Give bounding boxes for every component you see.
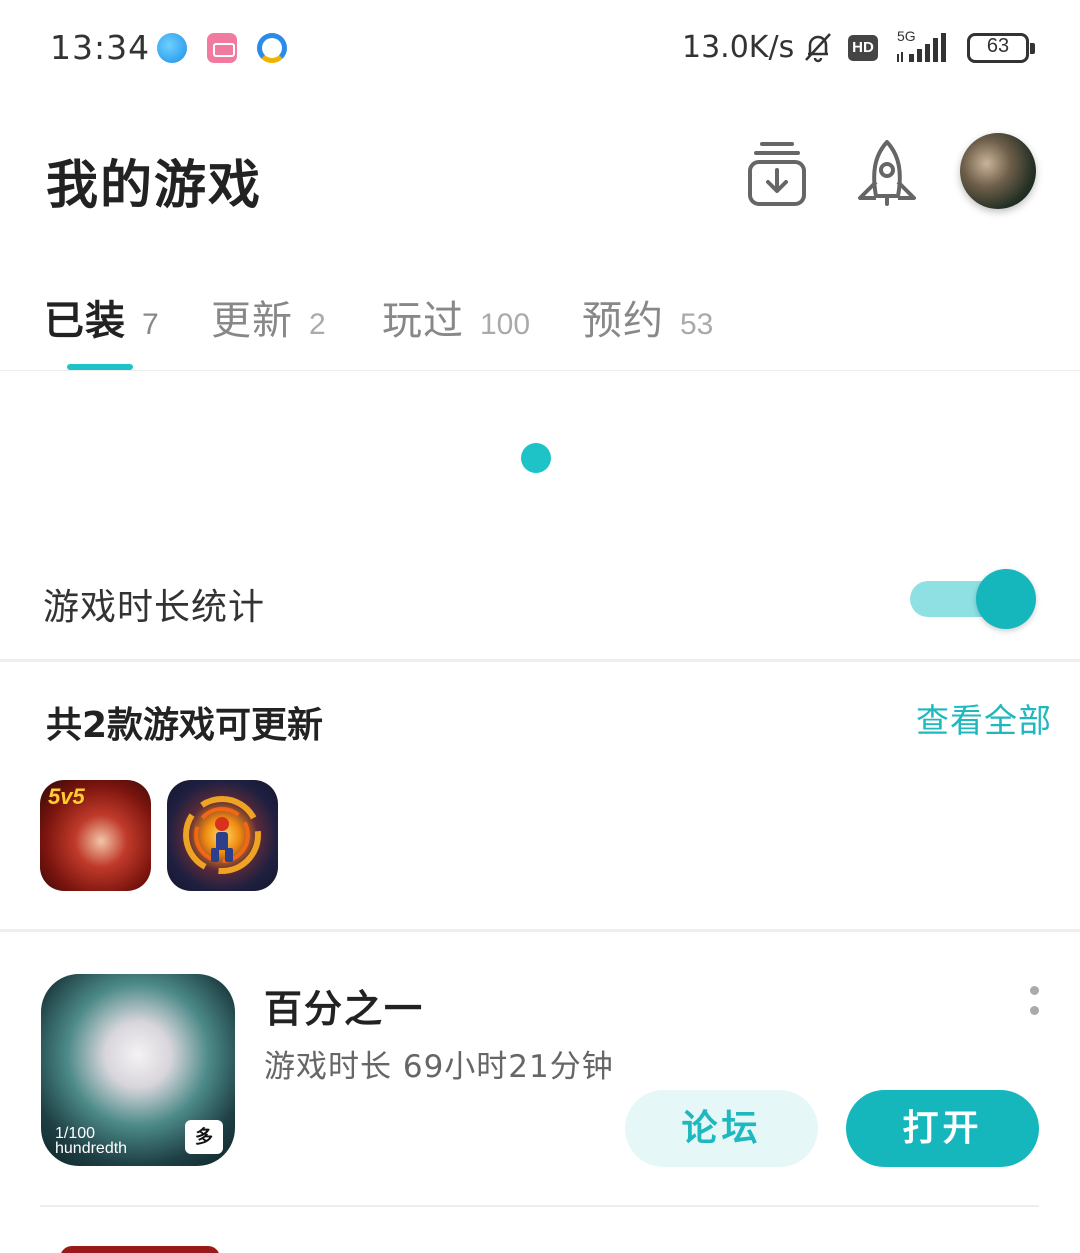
game-icon[interactable]: 1/100 hundredth 多 — [41, 974, 235, 1166]
status-time: 13:34 — [50, 28, 151, 67]
section-divider — [0, 929, 1080, 932]
more-options-button[interactable] — [1021, 982, 1049, 1022]
playtime-stats-label: 游戏时长统计 — [43, 587, 266, 628]
row-divider — [40, 1205, 1039, 1207]
blue-orb-app-icon — [157, 33, 187, 63]
game-icon-mark: 多 — [185, 1120, 223, 1154]
game-icon-logo: 1/100 hundredth — [55, 1125, 128, 1157]
tab-label: 预约 — [582, 298, 664, 344]
active-tab-indicator — [67, 364, 133, 370]
tab-count: 7 — [142, 308, 159, 341]
tab-count: 53 — [680, 308, 714, 341]
toggle-knob — [976, 569, 1036, 629]
tab-installed[interactable]: 已装 7 — [44, 288, 159, 346]
tab-label: 玩过 — [382, 298, 464, 344]
tab-label: 更新 — [211, 298, 293, 344]
loading-spinner — [520, 440, 560, 480]
download-manager-button[interactable] — [742, 138, 812, 210]
qq-browser-app-icon — [257, 33, 287, 63]
battery-icon: 63 — [967, 33, 1035, 63]
section-divider — [0, 659, 1080, 662]
more-dot-icon — [1030, 1006, 1039, 1015]
page-title: 我的游戏 — [46, 156, 263, 216]
battery-level: 63 — [986, 35, 1010, 57]
view-all-link[interactable]: 查看全部 — [916, 694, 1052, 742]
game-accelerator-button[interactable] — [852, 138, 922, 210]
user-avatar[interactable] — [960, 133, 1036, 209]
status-bar: 13:34 13.0K/s HD 5G 63 — [0, 0, 1080, 98]
tab-played[interactable]: 玩过 100 — [382, 288, 530, 346]
bilibili-app-icon — [207, 33, 237, 63]
tab-count: 2 — [309, 308, 326, 341]
open-game-button[interactable]: 打开 — [846, 1090, 1039, 1167]
download-tray-icon — [748, 142, 806, 206]
bell-muted-icon — [805, 33, 831, 63]
signal-strength-icon — [897, 33, 946, 62]
tab-bar: 已装 7 更新 2 玩过 100 预约 53 — [0, 270, 1080, 371]
game-playtime: 游戏时长 69小时21分钟 — [264, 1049, 614, 1085]
game-icon-tag: 5v5 — [48, 784, 85, 809]
game-name[interactable]: 百分之一 — [264, 978, 424, 1033]
network-speed: 13.0K/s — [682, 30, 795, 65]
loading-dot-primary — [521, 443, 551, 473]
hd-voice-icon: HD — [848, 35, 878, 61]
rocket-icon — [858, 140, 916, 206]
tab-label: 已装 — [44, 298, 126, 344]
updates-title: 共2款游戏可更新 — [46, 705, 324, 746]
update-game-icon[interactable] — [167, 780, 278, 891]
tab-count: 100 — [480, 308, 531, 341]
more-dot-icon — [1030, 986, 1039, 995]
update-game-icon[interactable]: 5v5 — [40, 780, 151, 891]
next-game-icon[interactable] — [60, 1246, 220, 1253]
playtime-stats-toggle[interactable] — [908, 568, 1038, 630]
tab-updates[interactable]: 更新 2 — [211, 288, 326, 346]
forum-button[interactable]: 论坛 — [625, 1090, 818, 1167]
fire-ring-icon — [183, 796, 261, 874]
tab-reserved[interactable]: 预约 53 — [582, 288, 713, 346]
